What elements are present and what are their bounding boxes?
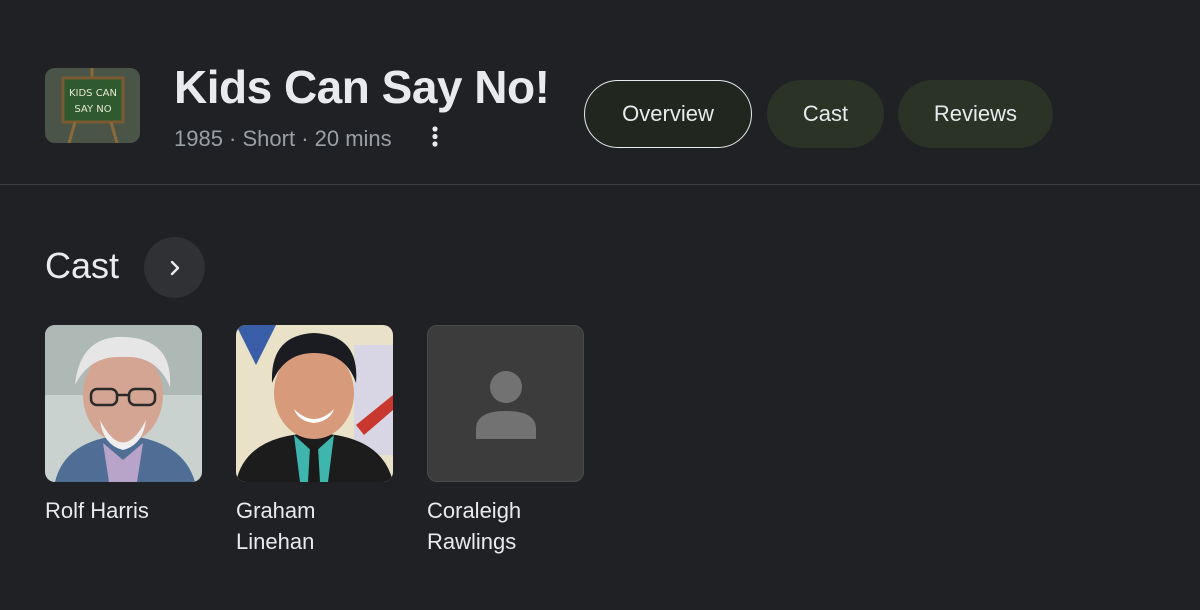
- svg-text:SAY NO: SAY NO: [74, 104, 111, 115]
- chevron-right-icon: [170, 260, 179, 275]
- cast-name: Graham Linehan: [236, 498, 316, 554]
- cast-section-title: Cast: [45, 245, 120, 286]
- title-meta: 1985 · Short · 20 mins: [174, 126, 392, 151]
- cast-more-button[interactable]: [144, 237, 205, 298]
- cast-photo: [45, 325, 202, 482]
- cast-name: Rolf Harris: [45, 498, 149, 523]
- cast-photo-placeholder: [427, 325, 584, 482]
- cast-name: Coraleigh Rawlings: [427, 498, 522, 554]
- more-options-button[interactable]: [424, 124, 448, 150]
- more-vert-icon: [432, 126, 438, 147]
- page-title: Kids Can Say No!: [174, 61, 550, 113]
- title-header: KIDS CAN SAY NO Kids Can Say No! 1985 · …: [0, 0, 1200, 185]
- tab-overview[interactable]: Overview: [584, 80, 752, 148]
- cast-card[interactable]: Rolf Harris: [45, 325, 202, 526]
- movie-thumbnail[interactable]: KIDS CAN SAY NO: [45, 68, 140, 143]
- tab-reviews[interactable]: Reviews: [898, 80, 1053, 148]
- cast-card[interactable]: Coraleigh Rawlings: [427, 325, 584, 557]
- chalkboard-image: KIDS CAN SAY NO: [45, 68, 140, 143]
- person-placeholder-icon: [475, 370, 536, 439]
- cast-photo: [236, 325, 393, 482]
- tab-cast[interactable]: Cast: [767, 80, 884, 148]
- svg-text:KIDS CAN: KIDS CAN: [69, 88, 117, 99]
- cast-card[interactable]: Graham Linehan: [236, 325, 393, 557]
